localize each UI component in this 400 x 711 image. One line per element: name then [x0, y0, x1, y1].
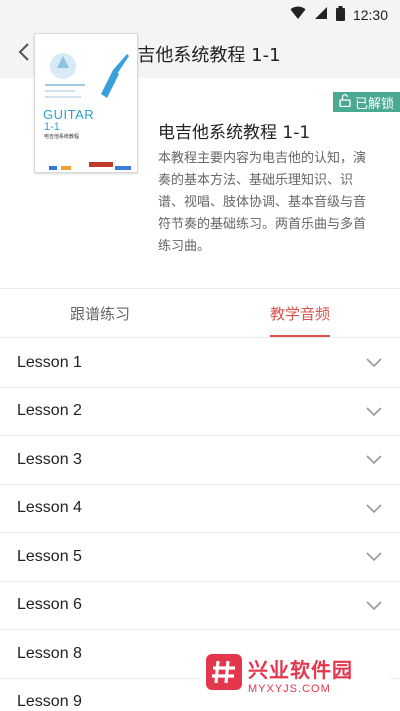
list-item[interactable]: Lesson 2 [0, 388, 400, 436]
status-time: 12:30 [352, 7, 388, 23]
unlock-badge-label: 已解锁 [354, 96, 394, 112]
unlock-icon [339, 93, 351, 111]
chevron-left-icon [17, 42, 31, 66]
list-item[interactable]: Lesson 6 [0, 582, 400, 630]
book-cover[interactable]: GUITAR 1-1 电吉他系统教程 [34, 33, 138, 173]
book-title: 电吉他系统教程 1-1 [158, 123, 311, 143]
list-item[interactable]: Lesson 3 [0, 436, 400, 485]
signal-icon [314, 6, 328, 24]
battery-icon [335, 5, 345, 25]
lesson-label: Lesson 5 [17, 547, 82, 565]
cover-guitar-text: GUITAR [43, 107, 95, 122]
lesson-label: Lesson 3 [17, 450, 82, 468]
tab-bar: 跟谱练习 教学音频 [0, 288, 400, 338]
wifi-icon [290, 6, 306, 24]
list-item[interactable]: Lesson 4 [0, 485, 400, 533]
chevron-down-icon[interactable] [366, 402, 382, 421]
hash-logo-icon [206, 654, 242, 694]
lesson-label: Lesson 6 [17, 596, 82, 614]
chevron-down-icon[interactable] [366, 596, 382, 615]
list-item[interactable]: Lesson 5 [0, 533, 400, 582]
cover-subtitle: 电吉他系统教程 [44, 134, 80, 140]
chevron-down-icon[interactable] [366, 499, 382, 518]
cover-number-text: 1-1 [44, 121, 60, 133]
tab-score-practice[interactable]: 跟谱练习 [0, 289, 200, 337]
lesson-label: Lesson 8 [17, 644, 82, 662]
chevron-down-icon[interactable] [366, 450, 382, 469]
lesson-label: Lesson 9 [17, 693, 82, 711]
watermark-cn: 兴业软件园 [248, 657, 353, 682]
unlock-badge: 已解锁 [332, 92, 400, 112]
status-bar: 12:30 [0, 0, 400, 30]
chevron-down-icon[interactable] [366, 547, 382, 566]
tab-teaching-audio[interactable]: 教学音频 [200, 289, 400, 337]
lesson-label: Lesson 4 [17, 499, 82, 517]
book-description: 本教程主要内容为电吉他的认知，演奏的基本方法、基础乐理知识、识谱、视唱、肢体协调… [158, 151, 367, 254]
list-item[interactable]: Lesson 1 [0, 339, 400, 388]
lesson-label: Lesson 2 [17, 402, 82, 420]
watermark-en: MYXYJS.COM [248, 682, 331, 695]
chevron-down-icon[interactable] [366, 353, 382, 372]
cover-art [35, 53, 137, 172]
watermark: 兴业软件园 MYXYJS.COM [200, 649, 390, 699]
lesson-label: Lesson 1 [17, 353, 82, 371]
